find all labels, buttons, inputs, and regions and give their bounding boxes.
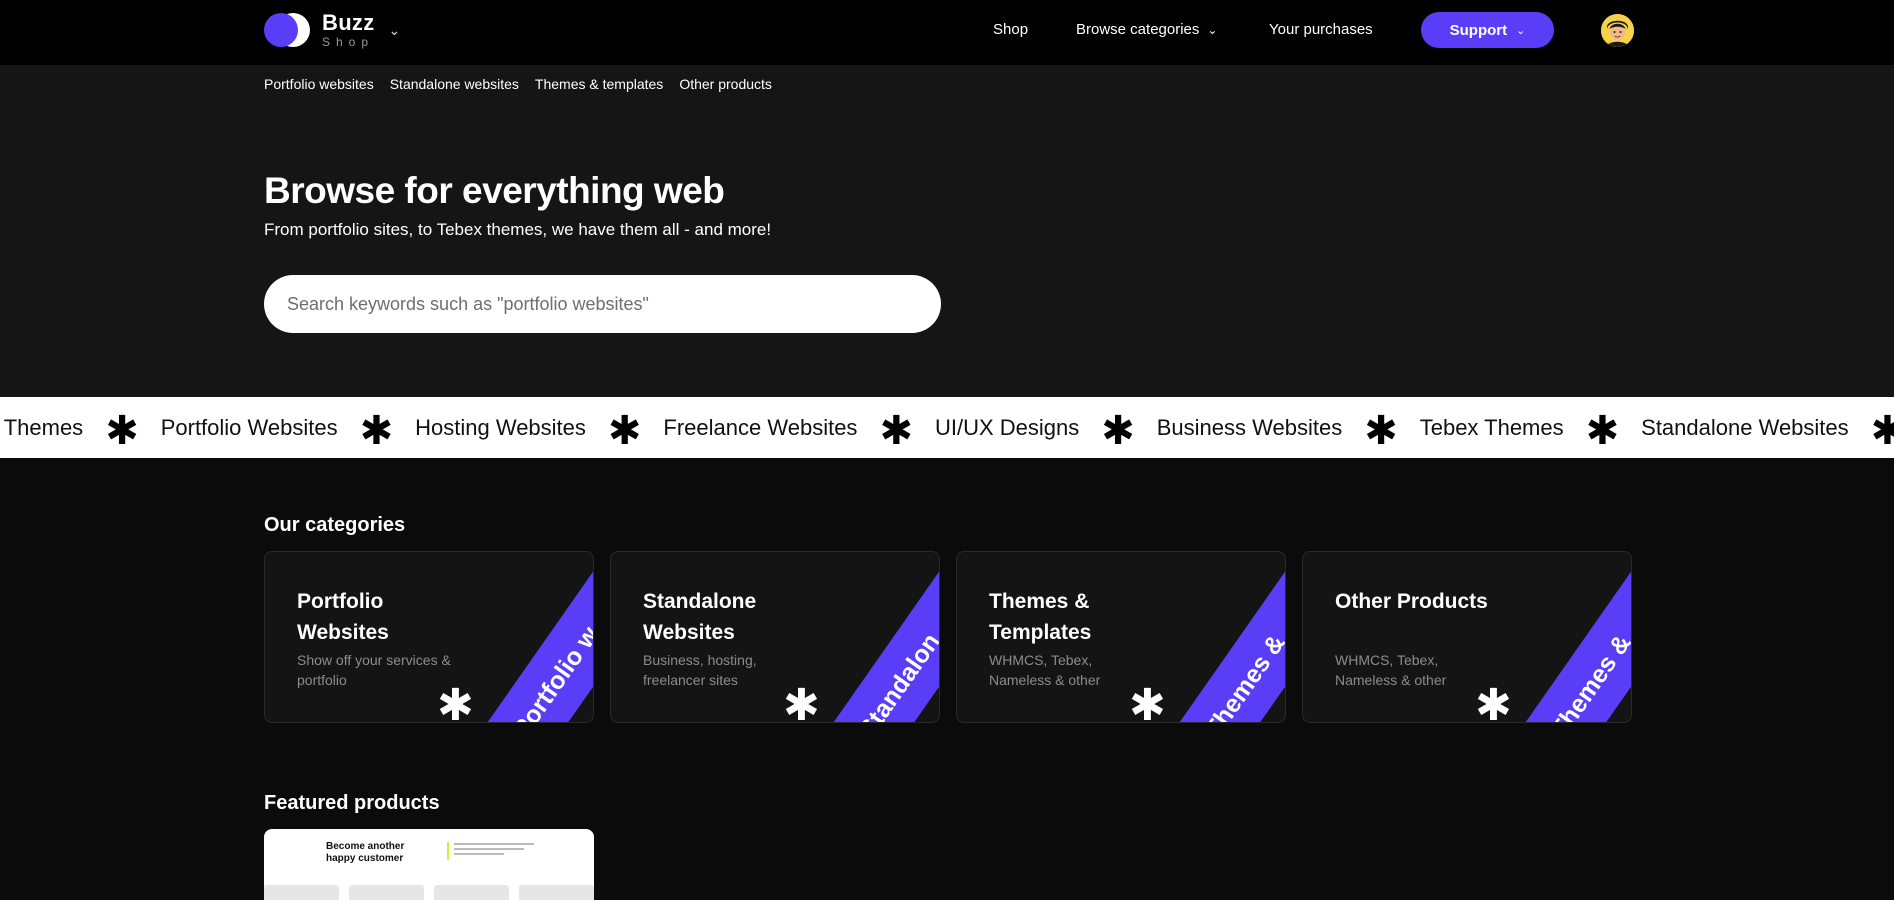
- product-preview-tiles: [264, 885, 594, 900]
- chevron-down-icon: ⌄: [1207, 22, 1218, 37]
- category-card-standalone[interactable]: Standalone Websites Business, hosting, f…: [610, 551, 940, 723]
- marquee-item: Portfolio Websites: [160, 414, 338, 440]
- marquee-item: Business Websites: [1156, 414, 1343, 440]
- support-label: Support: [1449, 21, 1508, 39]
- nav-browse-label: Browse categories: [1076, 21, 1200, 38]
- asterisk-icon: ✱: [1129, 681, 1166, 723]
- nav-shop-link[interactable]: Shop: [993, 21, 1028, 38]
- brand-name: Buzz: [322, 10, 375, 35]
- ribbon-text: Portfolio w: [506, 621, 594, 723]
- category-card-title: Themes & Templates: [989, 590, 1092, 644]
- category-card-desc: Show off your services & portfolio: [297, 652, 451, 688]
- asterisk-icon: ✱: [1585, 408, 1620, 453]
- marquee-item: Standalone Websites: [1641, 414, 1849, 440]
- asterisk-icon: ✱: [105, 408, 139, 453]
- logo-icon: [264, 13, 310, 47]
- product-preview-accent: [447, 842, 449, 860]
- category-ribbon: Themes &: [1148, 552, 1286, 723]
- asterisk-icon: ✱: [359, 408, 394, 453]
- category-card-title: Standalone Websites: [643, 590, 757, 644]
- top-navbar: Buzz Shop ⌄ Shop Browse categories ⌄ You…: [0, 0, 1894, 65]
- marquee-item: UI/UX Designs: [934, 414, 1080, 440]
- category-ribbon: Themes &: [1494, 552, 1632, 723]
- product-preview-heading: Become another happy customer: [326, 841, 405, 864]
- featured-product-card[interactable]: Become another happy customer: [264, 829, 594, 900]
- chevron-down-icon: ⌄: [1516, 24, 1526, 37]
- asterisk-icon: ✱: [437, 681, 474, 723]
- ribbon-text: Themes &: [1544, 629, 1632, 723]
- brand-logo[interactable]: Buzz Shop ⌄: [264, 12, 400, 48]
- category-marquee: tyl Themes ✱ Portfolio Websites ✱ Hostin…: [0, 397, 1894, 458]
- subnav-portfolio-websites[interactable]: Portfolio websites: [264, 76, 374, 92]
- category-card-desc: WHMCS, Tebex, Nameless & other: [989, 652, 1101, 688]
- nav-purchases-link[interactable]: Your purchases: [1269, 21, 1373, 38]
- marquee-item: Freelance Websites: [663, 414, 858, 440]
- category-card-themes[interactable]: Themes & Templates WHMCS, Tebex, Nameles…: [956, 551, 1286, 723]
- marquee-item: tyl Themes: [0, 414, 84, 440]
- featured-heading: Featured products: [264, 792, 440, 814]
- search-input[interactable]: [264, 275, 941, 333]
- chevron-down-icon[interactable]: ⌄: [389, 22, 401, 39]
- category-cards: Portfolio Websites Show off your service…: [264, 551, 1632, 723]
- category-card-desc: Business, hosting, freelancer sites: [643, 652, 757, 688]
- category-ribbon: Portfolio w: [456, 552, 594, 723]
- asterisk-icon: ✱: [1101, 408, 1135, 453]
- avatar-icon: [1601, 14, 1634, 47]
- asterisk-icon: ✱: [1870, 408, 1894, 453]
- category-card-desc: WHMCS, Tebex, Nameless & other: [1335, 652, 1447, 688]
- product-preview-text: [454, 843, 534, 858]
- asterisk-icon: ✱: [1364, 408, 1398, 453]
- category-ribbon: Standalon: [802, 552, 940, 723]
- support-button[interactable]: Support ⌄: [1421, 12, 1554, 48]
- categories-heading: Our categories: [264, 514, 406, 536]
- product-preview-tile: [349, 885, 424, 900]
- hero-subtitle: From portfolio sites, to Tebex themes, w…: [264, 220, 772, 239]
- subnav-other-products[interactable]: Other products: [679, 76, 772, 92]
- category-card-other[interactable]: Other Products WHMCS, Tebex, Nameless & …: [1302, 551, 1632, 723]
- ribbon-text: Standalon: [852, 627, 940, 723]
- marquee-item: Hosting Websites: [415, 414, 586, 440]
- brand-sub: Shop: [322, 35, 375, 49]
- ribbon-text: Themes &: [1198, 629, 1286, 723]
- asterisk-icon: ✱: [607, 408, 642, 453]
- asterisk-icon: ✱: [1475, 681, 1512, 723]
- asterisk-icon: ✱: [879, 408, 913, 453]
- avatar[interactable]: [1601, 14, 1634, 47]
- subnav-standalone-websites[interactable]: Standalone websites: [390, 76, 519, 92]
- product-preview-tile: [264, 885, 339, 900]
- product-preview-tile: [434, 885, 509, 900]
- category-card-portfolio[interactable]: Portfolio Websites Show off your service…: [264, 551, 594, 723]
- category-card-title: Portfolio Websites: [297, 590, 389, 644]
- category-subnav: Portfolio websites Standalone websites T…: [264, 76, 772, 92]
- category-card-title: Other Products: [1335, 590, 1488, 613]
- nav-browse-categories[interactable]: Browse categories ⌄: [1076, 21, 1217, 38]
- marquee-item: Tebex Themes: [1419, 414, 1564, 440]
- subnav-themes-templates[interactable]: Themes & templates: [535, 76, 663, 92]
- page-title: Browse for everything web: [264, 170, 725, 211]
- asterisk-icon: ✱: [783, 681, 820, 723]
- product-preview-tile: [519, 885, 594, 900]
